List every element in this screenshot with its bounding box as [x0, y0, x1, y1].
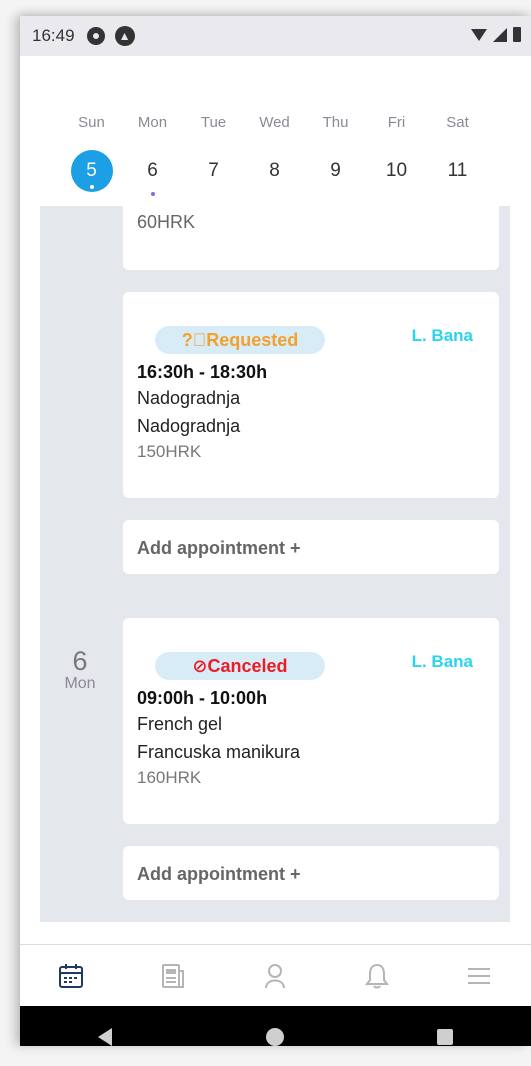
appointment-time: 09:00h - 10:00h	[137, 688, 268, 708]
day-number[interactable]: 6	[132, 150, 174, 196]
add-appointment-button[interactable]: Add appointment +	[123, 846, 499, 900]
day-mon[interactable]: Mon 6	[122, 114, 183, 196]
day-thu[interactable]: Thu 9	[305, 114, 366, 192]
recents-icon	[437, 1029, 453, 1045]
schedule-list[interactable]: 60HRK ?⃝Requested L. Bana 16:30h - 18:30…	[20, 196, 531, 936]
day-number[interactable]: 10	[376, 150, 418, 192]
appointment-price: 150HRK	[137, 442, 202, 461]
staff-name: L. Bana	[411, 326, 473, 345]
back-icon	[98, 1028, 112, 1046]
recents-button[interactable]	[360, 1028, 530, 1046]
menu-icon	[468, 967, 490, 984]
day-sun[interactable]: Sun 5	[61, 114, 122, 192]
day-number-text: 5	[86, 160, 97, 181]
system-navigation-bar	[20, 1006, 531, 1046]
nav-notifications[interactable]	[326, 945, 428, 1006]
day-sat[interactable]: Sat 11	[427, 114, 488, 192]
phone-screen: 16:49 ▲ Sun 5 Mon 6 Tue 7 Wed 8 Thu 9 Fr…	[20, 16, 531, 1046]
day-wed[interactable]: Wed 8	[244, 114, 305, 192]
prohibited-icon: ⊘	[192, 656, 208, 676]
date-label: 6 Mon	[56, 646, 104, 693]
day-number-text: 6	[147, 160, 158, 181]
appointment-card-partial[interactable]: 60HRK	[123, 196, 499, 270]
signal-icon	[493, 27, 507, 42]
staff-name: L. Bana	[411, 652, 473, 671]
status-bar: 16:49 ▲	[20, 16, 531, 56]
appointment-card[interactable]: ⊘Canceled L. Bana 09:00h - 10:00h French…	[123, 618, 499, 824]
day-name: Thu	[322, 114, 349, 131]
news-icon	[162, 963, 184, 988]
calendar-icon	[59, 963, 83, 988]
bottom-navigation	[20, 944, 531, 1006]
day-number[interactable]: 7	[193, 150, 235, 192]
gear-icon	[86, 27, 105, 45]
bell-icon	[365, 963, 389, 988]
appointment-service: Nadogradnja	[137, 388, 241, 408]
status-badge-canceled: ⊘Canceled	[155, 652, 325, 680]
battery-icon	[513, 27, 521, 42]
status-text: Requested	[206, 330, 299, 350]
appointment-price: 60HRK	[137, 212, 196, 232]
date-weekday: Mon	[64, 675, 96, 692]
nav-calendar[interactable]	[20, 945, 122, 1006]
alert-icon: ▲	[114, 26, 135, 46]
day-number[interactable]: 8	[254, 150, 296, 192]
screen-frame: 16:49 ▲ Sun 5 Mon 6 Tue 7 Wed 8 Thu 9 Fr…	[0, 0, 531, 1066]
day-tue[interactable]: Tue 7	[183, 114, 244, 192]
add-appointment-button[interactable]: Add appointment +	[123, 520, 499, 574]
day-name: Fri	[387, 114, 406, 131]
back-button[interactable]	[20, 1027, 190, 1046]
appointment-service-detail: Nadogradnja	[137, 416, 241, 436]
appointment-service-detail: Francuska manikura	[137, 742, 301, 762]
day-name: Tue	[200, 114, 227, 131]
home-icon	[266, 1028, 284, 1046]
appointment-service: French gel	[137, 714, 223, 734]
day-number-selected[interactable]: 5	[70, 150, 113, 192]
status-right-icons	[471, 27, 521, 42]
day-name: Mon	[137, 114, 168, 131]
profile-icon	[265, 963, 285, 988]
week-days: Sun 5 Mon 6 Tue 7 Wed 8 Thu 9 Fri 10 Sat…	[20, 114, 531, 196]
nav-menu[interactable]	[428, 945, 530, 1006]
home-button[interactable]	[190, 1027, 360, 1046]
date-number: 6	[72, 646, 88, 676]
day-number[interactable]: 11	[437, 150, 479, 192]
question-circle-icon: ?⃝	[181, 330, 207, 350]
nav-profile[interactable]	[224, 945, 326, 1006]
day-name: Wed	[259, 114, 290, 131]
appointment-time: 16:30h - 18:30h	[137, 362, 268, 382]
event-dot	[89, 185, 94, 189]
appointment-price: 160HRK	[137, 768, 202, 787]
status-text: Canceled	[207, 656, 288, 676]
day-fri[interactable]: Fri 10	[366, 114, 427, 192]
status-badge-requested: ?⃝Requested	[155, 326, 325, 354]
nav-news[interactable]	[122, 945, 224, 1006]
day-name: Sat	[446, 114, 469, 131]
appointment-card[interactable]: ?⃝Requested L. Bana 16:30h - 18:30h Nado…	[123, 292, 499, 498]
day-name: Sun	[78, 114, 105, 131]
day-number[interactable]: 9	[315, 150, 357, 192]
wifi-icon	[471, 28, 487, 41]
status-time: 16:49	[32, 26, 75, 45]
